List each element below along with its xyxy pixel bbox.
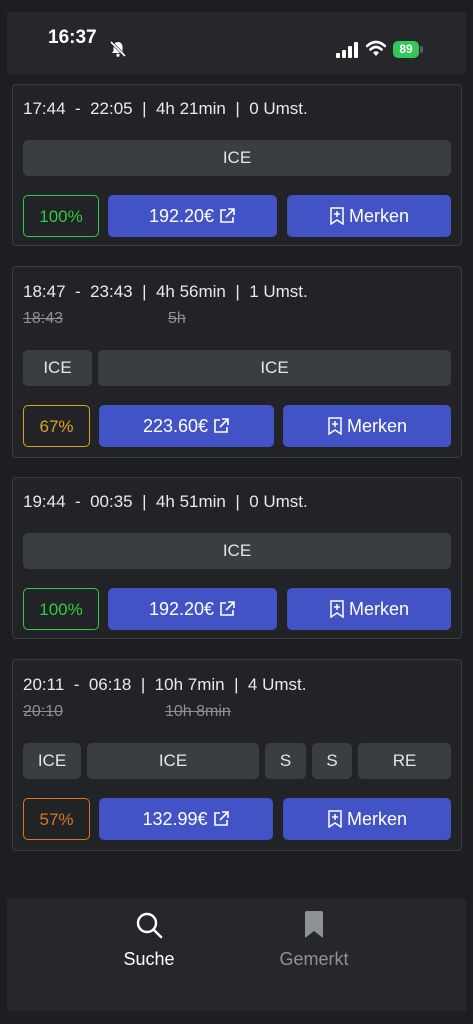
price-button[interactable]: 192.20€ [108, 195, 277, 237]
price-label: 223.60€ [142, 416, 209, 436]
external-link-icon [213, 811, 229, 826]
battery-indicator: 89 [393, 41, 424, 58]
price-button[interactable]: 223.60€ [99, 405, 274, 447]
save-button[interactable]: Merken [287, 195, 451, 237]
save-button[interactable]: Merken [283, 798, 451, 840]
bookmark-add-icon [328, 417, 342, 435]
train-segment: ICE [23, 140, 451, 176]
reliability-badge: 100% [23, 195, 99, 237]
save-label: Merken [348, 599, 410, 619]
tab-saved-label: Gemerkt [279, 949, 349, 969]
reliability-badge: 67% [23, 405, 90, 447]
external-link-icon [220, 208, 235, 223]
original-duration: 5h [168, 310, 186, 327]
price-button[interactable]: 192.20€ [108, 588, 277, 630]
save-label: Merken [348, 206, 410, 226]
external-link-icon [214, 418, 229, 433]
train-segment: ICE [23, 743, 81, 779]
price-label: 192.20€ [148, 599, 215, 619]
connection-times: 17:44 - 22:05 | 4h 21min | 0 Umst. [23, 99, 308, 118]
reliability-badge: 100% [23, 588, 99, 630]
reliability-badge: 57% [23, 798, 90, 840]
connection-times: 20:11 - 06:18 | 10h 7min | 4 Umst. [23, 675, 307, 694]
train-segment: ICE [98, 350, 451, 386]
save-label: Merken [346, 416, 408, 436]
tab-saved[interactable]: Gemerkt [214, 899, 414, 989]
train-segment: S [265, 743, 306, 779]
price-label: 192.20€ [148, 206, 215, 226]
connection-times: 19:44 - 00:35 | 4h 51min | 0 Umst. [23, 492, 308, 511]
original-departure: 18:43 [23, 310, 64, 327]
save-button[interactable]: Merken [283, 405, 451, 447]
bell-muted-icon [109, 40, 127, 58]
connection-card[interactable]: 17:44 - 22:05 | 4h 21min | 0 Umst. ICE 1… [12, 84, 462, 246]
bookmark-add-icon [328, 810, 342, 828]
train-segment: ICE [23, 350, 92, 386]
bookmark-icon [305, 911, 323, 938]
wifi-icon [366, 40, 386, 56]
connection-card[interactable]: 19:44 - 00:35 | 4h 51min | 0 Umst. ICE 1… [12, 477, 462, 639]
battery-level: 89 [393, 41, 419, 58]
tab-bar: Suche Gemerkt [7, 899, 466, 1011]
connection-times: 18:47 - 23:43 | 4h 56min | 1 Umst. [23, 282, 308, 301]
train-segment: ICE [87, 743, 259, 779]
search-icon [136, 912, 163, 939]
cellular-signal-icon [336, 42, 358, 58]
train-segment: ICE [23, 533, 451, 569]
train-segment: S [312, 743, 352, 779]
connection-card[interactable]: 18:47 - 23:43 | 4h 56min | 1 Umst. 18:43… [12, 266, 462, 458]
save-button[interactable]: Merken [287, 588, 451, 630]
original-departure: 20:10 [23, 703, 64, 720]
bookmark-add-icon [330, 207, 344, 225]
status-time: 16:37 [48, 27, 97, 48]
price-label: 132.99€ [142, 809, 208, 829]
price-button[interactable]: 132.99€ [99, 798, 273, 840]
save-label: Merken [346, 809, 408, 829]
battery-tip [420, 46, 423, 53]
original-duration: 10h 8min [165, 703, 231, 720]
bookmark-add-icon [330, 600, 344, 618]
connection-card[interactable]: 20:11 - 06:18 | 10h 7min | 4 Umst. 20:10… [12, 659, 462, 851]
external-link-icon [220, 601, 235, 616]
train-segment: RE [358, 743, 451, 779]
